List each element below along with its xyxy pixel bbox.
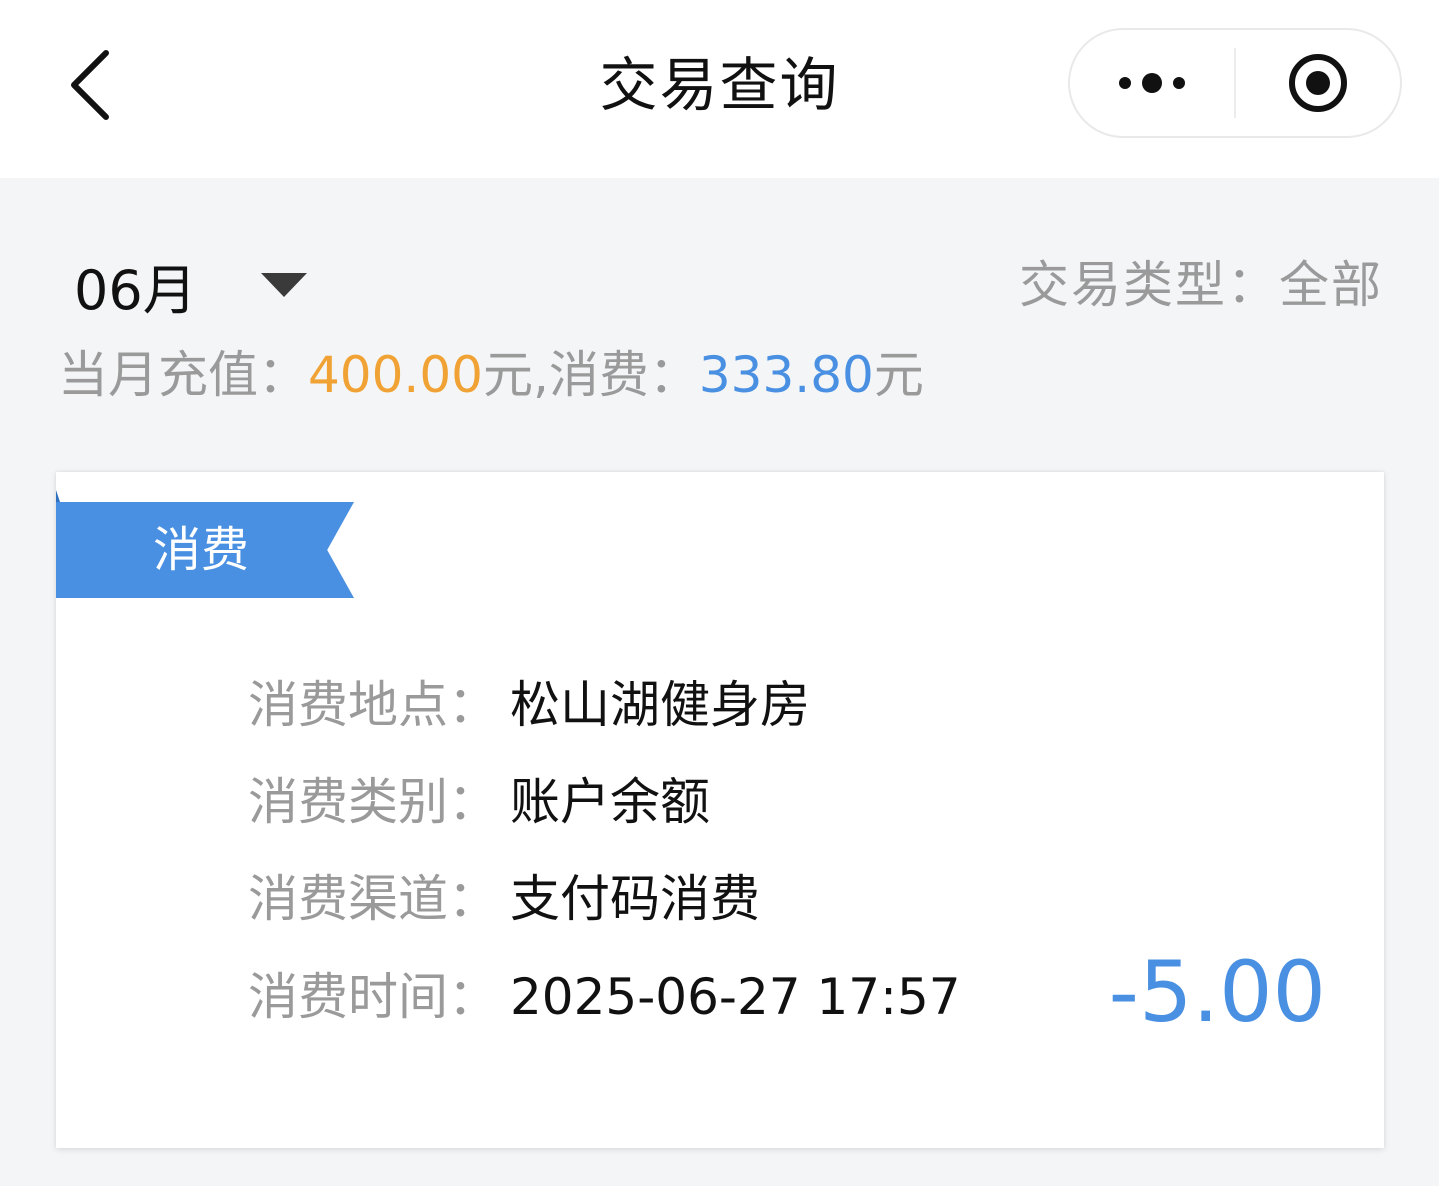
month-picker[interactable]: 06月: [74, 240, 307, 330]
transaction-type-tag: 消费: [56, 502, 354, 598]
detail-row-channel: 消费渠道： 支付码消费: [248, 864, 760, 934]
spend-amount: 333.80: [698, 346, 874, 404]
filter-row: 06月 交易类型：全部: [0, 240, 1439, 330]
nav-bar: 交易查询: [0, 0, 1439, 178]
transaction-type-filter[interactable]: 交易类型：全部: [1019, 240, 1383, 330]
detail-row-location: 消费地点： 松山湖健身房: [248, 670, 810, 740]
monthly-summary: 当月充值：400.00元,消费：333.80元: [58, 340, 924, 410]
month-label: 06月: [74, 258, 197, 322]
back-button[interactable]: [50, 40, 130, 130]
transaction-tag-label: 消费: [152, 522, 249, 578]
transaction-amount: -5.00: [1108, 943, 1326, 1041]
category-value: 账户余额: [510, 773, 710, 831]
time-label: 消费时间：: [248, 968, 498, 1026]
detail-row-time: 消费时间： 2025-06-27 17:57: [248, 962, 961, 1032]
recharge-amount: 400.00: [308, 346, 483, 404]
location-value: 松山湖健身房: [510, 676, 810, 734]
more-button[interactable]: [1070, 30, 1234, 136]
transaction-type-value: 全部: [1279, 256, 1383, 314]
ribbon-fold: [56, 490, 60, 502]
transaction-card[interactable]: 消费 消费地点： 松山湖健身房 消费类别： 账户余额 消费渠道： 支付码消费 消费时间…: [56, 472, 1384, 1148]
summary-mid: 元,消费：: [482, 346, 699, 404]
channel-label: 消费渠道：: [248, 870, 498, 928]
transaction-type-label: 交易类型：: [1019, 256, 1279, 314]
detail-row-category: 消费类别： 账户余额: [248, 767, 710, 837]
time-value: 2025-06-27 17:57: [510, 968, 961, 1026]
summary-suffix: 元: [873, 346, 924, 404]
close-button[interactable]: [1236, 30, 1400, 136]
summary-prefix: 当月充值：: [58, 346, 308, 404]
location-label: 消费地点：: [248, 676, 498, 734]
more-dots-icon: [1119, 73, 1185, 93]
target-circle-icon: [1289, 54, 1347, 112]
chevron-left-icon: [71, 50, 109, 120]
caret-down-icon: [260, 273, 307, 297]
category-label: 消费类别：: [248, 773, 498, 831]
mini-program-capsule: [1068, 28, 1402, 138]
channel-value: 支付码消费: [510, 870, 760, 928]
